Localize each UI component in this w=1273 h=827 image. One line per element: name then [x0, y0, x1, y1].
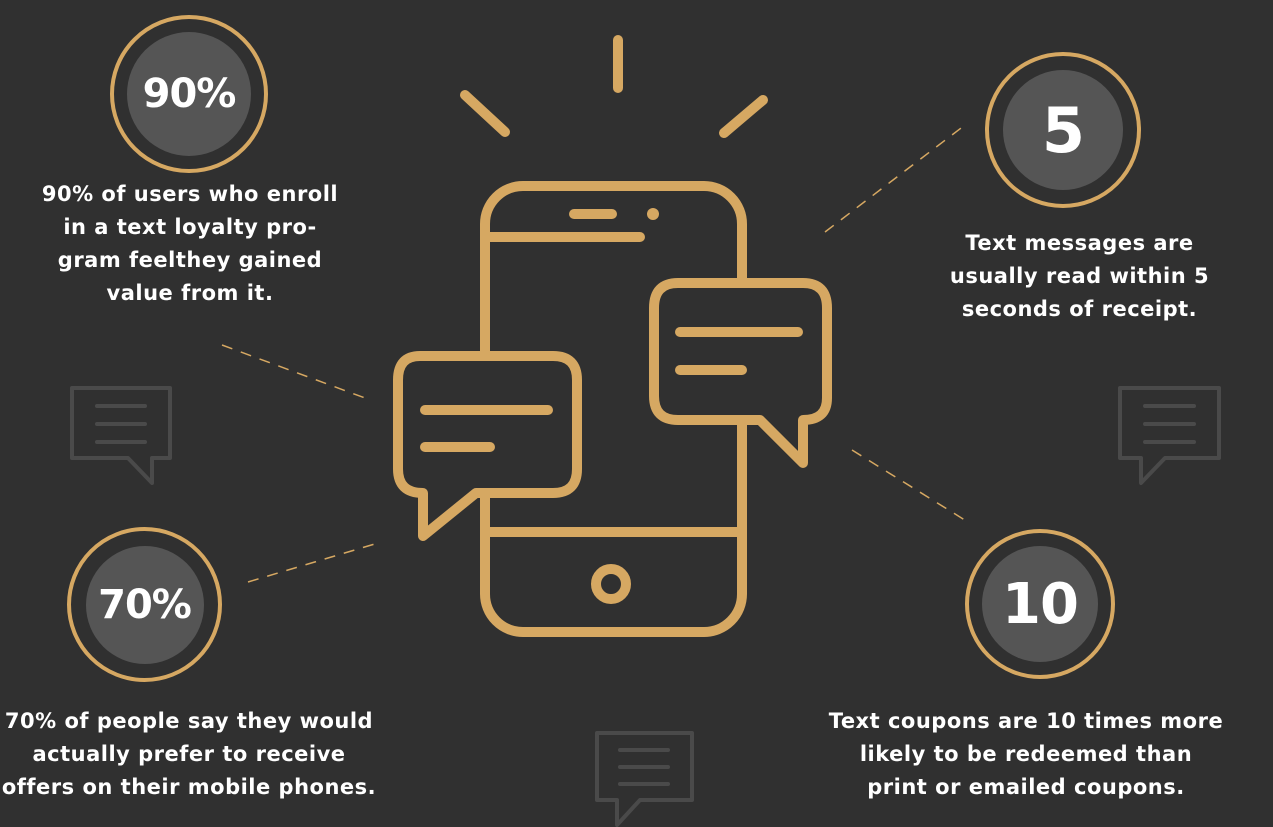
radiating-rays: [460, 35, 768, 138]
stat-value: 10: [982, 546, 1098, 662]
caption-line: value from it.: [106, 281, 274, 305]
caption-line: in a text loyalty pro-: [63, 215, 317, 239]
caption-line: Text coupons are 10 times more: [828, 709, 1224, 733]
stat-caption-bottom-left: 70% of people say they would actually pr…: [0, 705, 433, 804]
caption-line: likely to be redeemed than: [859, 742, 1193, 766]
stat-circle-90: 90%: [110, 15, 268, 173]
faint-message-icon: [1118, 386, 1221, 485]
caption-line: offers on their mobile phones.: [1, 775, 377, 799]
caption-line: 70% of people say they would: [4, 709, 374, 733]
caption-line: print or emailed coupons.: [867, 775, 1185, 799]
camera-dot: [647, 208, 659, 220]
faint-message-icon: [595, 731, 694, 827]
stat-caption-top-left: 90% of users who enroll in a text loyalt…: [0, 178, 380, 310]
caption-line: seconds of receipt.: [961, 297, 1198, 321]
stat-value: 5: [1003, 70, 1123, 190]
stat-value: 90%: [127, 32, 251, 156]
caption-line: 90% of users who enroll: [41, 182, 339, 206]
caption-line: actually prefer to receive: [32, 742, 346, 766]
stat-circle-70: 70%: [67, 527, 222, 682]
caption-line: Text messages are: [965, 231, 1194, 255]
stat-caption-bottom-right: Text coupons are 10 times more likely to…: [782, 705, 1270, 804]
caption-line: gram feelthey gained: [57, 248, 323, 272]
stat-circle-5: 5: [985, 52, 1141, 208]
stat-circle-10: 10: [965, 529, 1115, 679]
caption-line: usually read within 5: [949, 264, 1210, 288]
stat-caption-top-right: Text messages are usually read within 5 …: [922, 227, 1237, 326]
stat-value: 70%: [85, 545, 204, 664]
faint-message-icon: [70, 386, 172, 485]
